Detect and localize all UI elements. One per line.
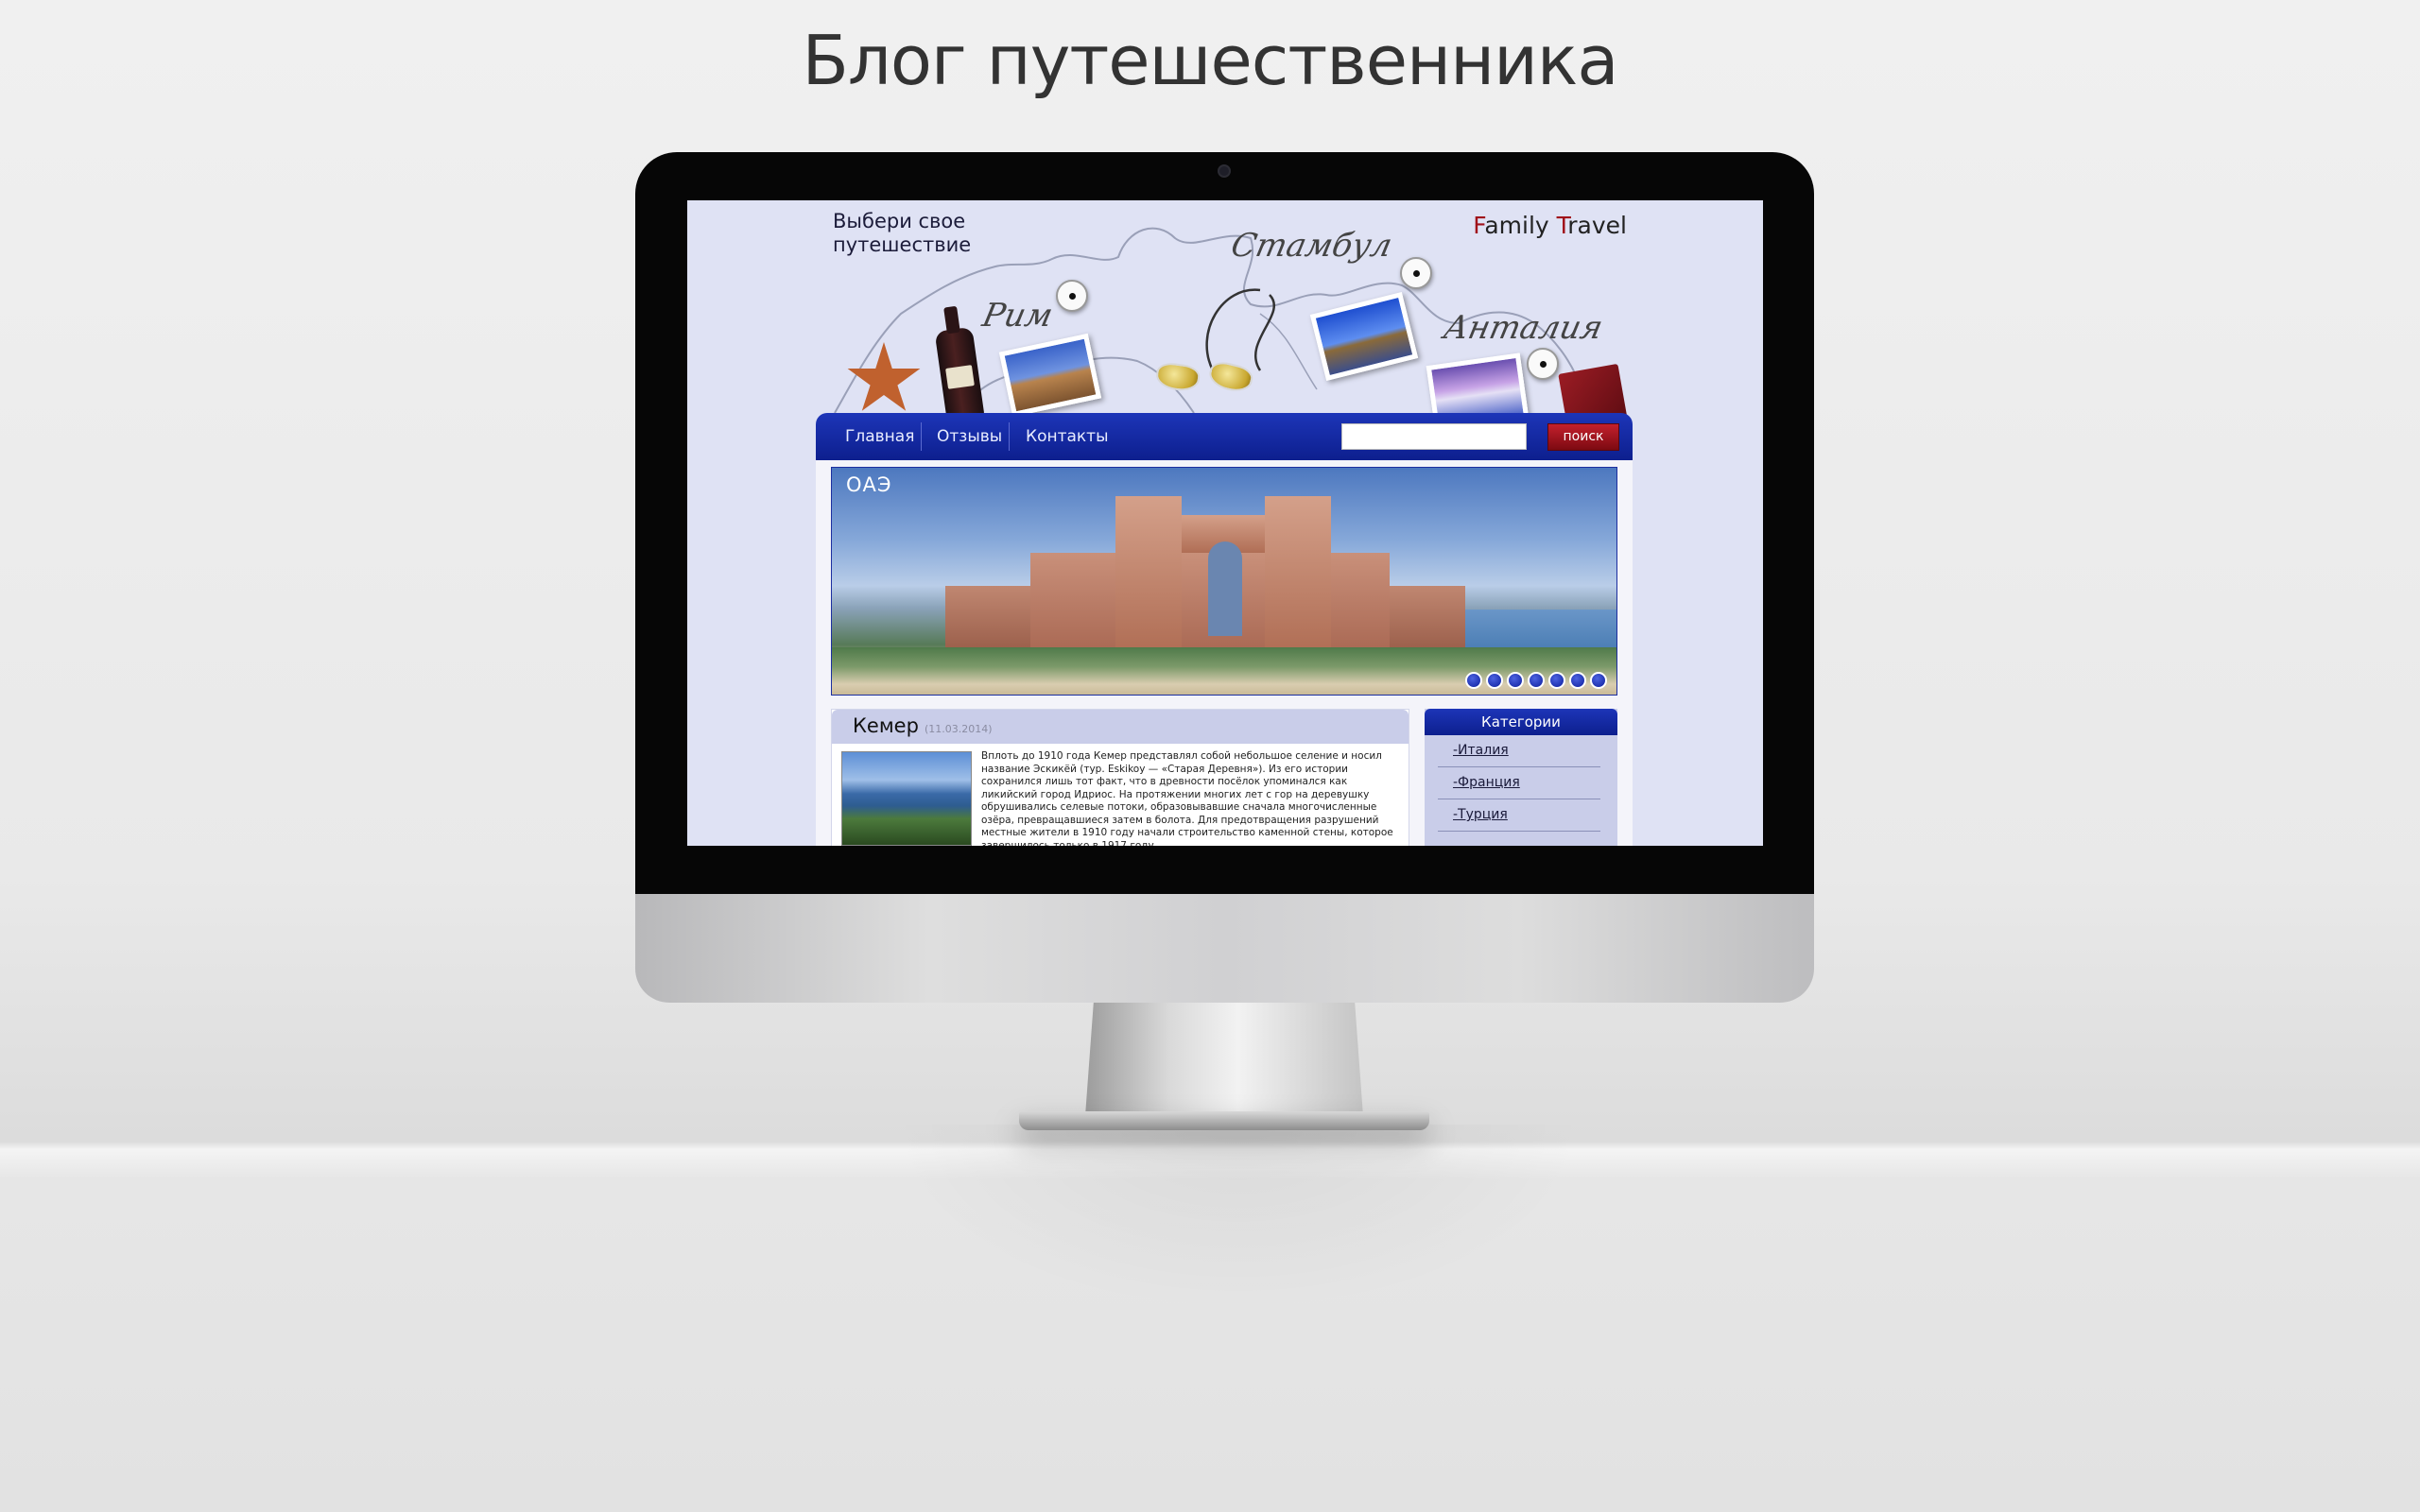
website: Выбери свое путешествие Family Travel Ри… bbox=[816, 200, 1633, 846]
hotel-tower-left bbox=[1115, 496, 1182, 652]
pin-icon bbox=[1056, 280, 1088, 312]
brand-text-ravel: ravel bbox=[1567, 212, 1627, 239]
tagline: Выбери свое путешествие bbox=[833, 210, 972, 256]
category-item: -Турция bbox=[1438, 799, 1600, 832]
city-label-antalya: Анталия bbox=[1440, 309, 1606, 347]
brand-initial-f: F bbox=[1473, 212, 1485, 239]
slider-dot[interactable] bbox=[1548, 672, 1565, 689]
slider-dots bbox=[1465, 672, 1607, 689]
slider-dot[interactable] bbox=[1569, 672, 1586, 689]
hotel-arch bbox=[1208, 541, 1242, 636]
monitor-screen: Выбери свое путешествие Family Travel Ри… bbox=[687, 200, 1763, 846]
pin-icon bbox=[1400, 257, 1432, 289]
slider-dot[interactable] bbox=[1590, 672, 1607, 689]
category-link-france[interactable]: -Франция bbox=[1453, 775, 1520, 790]
hotel-wing-right bbox=[1390, 586, 1465, 652]
brand-logo[interactable]: Family Travel bbox=[1473, 212, 1627, 239]
category-item: -Италия bbox=[1438, 735, 1600, 767]
post-date: (11.03.2014) bbox=[925, 723, 993, 735]
navbar: Главная Отзывы Контакты поиск bbox=[816, 413, 1633, 460]
categories-sidebar: Категории -Италия -Франция -Турция bbox=[1425, 709, 1617, 846]
slider-caption: ОАЭ bbox=[846, 473, 892, 496]
nav-item-contacts[interactable]: Контакты bbox=[1026, 413, 1109, 460]
search-button[interactable]: поиск bbox=[1547, 423, 1619, 451]
post-text: Вплоть до 1910 года Кемер представлял со… bbox=[981, 750, 1393, 846]
search-input[interactable] bbox=[1341, 423, 1527, 450]
camera-icon bbox=[1218, 164, 1231, 178]
lens-right bbox=[1206, 358, 1255, 396]
main-content: ОАЭ Кемер (11.03.2014) Вплоть до 1910 го… bbox=[816, 460, 1633, 846]
brand-initial-t: T bbox=[1556, 212, 1568, 239]
blog-post: Кемер (11.03.2014) Вплоть до 1910 года К… bbox=[831, 709, 1409, 846]
post-thumbnail[interactable] bbox=[841, 751, 972, 846]
city-label-rome: Рим bbox=[978, 297, 1057, 335]
floor-reflection bbox=[889, 1125, 1588, 1314]
category-item: -Франция bbox=[1438, 767, 1600, 799]
nav-separator bbox=[921, 422, 922, 451]
hotel-wing-left bbox=[945, 586, 1040, 652]
categories-title: Категории bbox=[1425, 709, 1617, 735]
pin-icon bbox=[1527, 348, 1559, 380]
nav-item-reviews[interactable]: Отзывы bbox=[937, 413, 1002, 460]
monitor-stand-foot bbox=[1019, 1111, 1429, 1130]
monitor-stand bbox=[1085, 1003, 1363, 1116]
slider-dot[interactable] bbox=[1486, 672, 1503, 689]
post-title[interactable]: Кемер bbox=[853, 714, 919, 737]
site-header: Выбери свое путешествие Family Travel Ри… bbox=[816, 200, 1633, 432]
hotel-tower-right bbox=[1265, 496, 1331, 652]
slider-dot[interactable] bbox=[1507, 672, 1524, 689]
category-link-turkey[interactable]: -Турция bbox=[1453, 807, 1508, 822]
nav-separator bbox=[1009, 422, 1010, 451]
lens-left bbox=[1154, 360, 1201, 394]
page-title: Блог путешественника bbox=[802, 21, 1618, 100]
sunglasses-image bbox=[1154, 356, 1260, 396]
brand-text-amily: amily bbox=[1484, 212, 1557, 239]
nav-item-home[interactable]: Главная bbox=[845, 413, 914, 460]
slider-dot[interactable] bbox=[1528, 672, 1545, 689]
image-slider[interactable]: ОАЭ bbox=[831, 467, 1617, 696]
category-link-italy[interactable]: -Италия bbox=[1453, 743, 1509, 758]
city-label-istanbul: Стамбул bbox=[1227, 227, 1396, 265]
post-header: Кемер (11.03.2014) bbox=[832, 710, 1409, 744]
slider-dot[interactable] bbox=[1465, 672, 1482, 689]
monitor-chin bbox=[635, 894, 1814, 1003]
